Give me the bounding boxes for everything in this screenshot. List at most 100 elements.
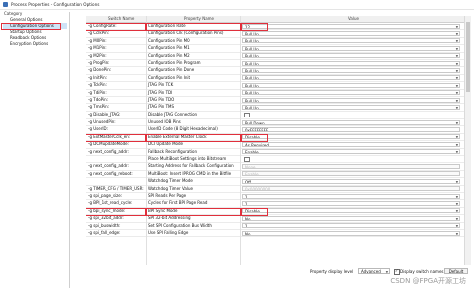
switch-name: -g UserID: (88, 126, 108, 132)
value-select[interactable]: Pull Up ▼ (242, 82, 460, 88)
header-switch-name[interactable]: Switch Name (108, 16, 134, 22)
property-name: Cycles for First BPI Page Read (148, 200, 208, 206)
switch-name: -g ConfigRate: (88, 23, 117, 28)
value-select[interactable]: Disable ▼ (242, 208, 460, 214)
property-row: -g next_config_reboot: MultiBoot: Insert … (86, 171, 464, 179)
chevron-down-icon: ▼ (455, 135, 458, 140)
property-name: Configuration Pin M1 (148, 45, 190, 51)
value-select[interactable]: Pull Up ▼ (242, 45, 460, 51)
value-select[interactable]: Off ▼ (242, 178, 460, 184)
value-field[interactable]: 0xFFFFFFFF (242, 127, 460, 133)
value-select[interactable]: No ▼ (242, 230, 460, 236)
chevron-down-icon: ▼ (385, 270, 388, 274)
property-name: JTAG Pin TMS (148, 104, 175, 110)
pane-divider[interactable] (69, 12, 70, 288)
window-titlebar: Process Properties - Configuration Optio… (0, 0, 474, 10)
header-value[interactable]: Value (348, 16, 359, 22)
value-select[interactable]: Pull Up ▼ (242, 97, 460, 103)
property-name: Disable JTAG Connection (148, 111, 198, 117)
property-name: Configuration Pin Program (148, 59, 201, 65)
checkbox-box[interactable] (244, 112, 250, 118)
switch-name: -g M1Pin: (88, 45, 107, 51)
property-name: Unused IOB Pins (148, 119, 181, 125)
value-select[interactable]: Pull Up ▼ (242, 90, 460, 96)
property-row: -g TckPin: JTAG Pin TCK Pull Up ▼ (86, 82, 464, 90)
value-select[interactable]: Pull Up ▼ (242, 75, 460, 81)
chevron-down-icon: ▼ (455, 179, 458, 184)
value-text: 0x00000000 (245, 187, 271, 192)
scrollbar-thumb[interactable] (466, 22, 470, 92)
display-level-select[interactable]: Advanced ▼ (358, 268, 390, 274)
value-select[interactable]: Enable ▼ (242, 149, 460, 155)
chevron-down-icon: ▼ (455, 54, 458, 59)
property-grid: Switch Name Property Name Value -g Confi… (86, 16, 464, 265)
property-row: -g next_config_addr: Starting Address for… (86, 163, 464, 171)
value-select[interactable]: As Required ▼ (242, 141, 460, 147)
property-row: -g next_config_addr: Fallback Reconfigura… (86, 149, 464, 157)
property-name: Configuration Pin M0 (148, 37, 190, 43)
chevron-down-icon: ▼ (455, 150, 458, 155)
value-select[interactable]: 1 ▼ (242, 223, 460, 229)
display-level-label: Property display level (310, 269, 354, 274)
value-select[interactable]: Pull Up ▼ (242, 60, 460, 66)
value-select[interactable]: Pull Down ▼ (242, 119, 460, 125)
tree-item[interactable]: Encryption Options (3, 41, 67, 47)
value-text: None (245, 165, 256, 170)
switch-name: -g TmsPin: (88, 104, 109, 110)
property-row: -g TmsPin: JTAG Pin TMS Pull Up ▼ (86, 104, 464, 112)
value-select[interactable]: Pull Up ▼ (242, 67, 460, 73)
chevron-down-icon: ▼ (455, 39, 458, 44)
value-select[interactable]: 1 ▼ (242, 200, 460, 206)
value-text: Pull Up (245, 46, 259, 51)
value-select[interactable]: Pull Up ▼ (242, 38, 460, 44)
grid-header: Switch Name Property Name Value (86, 16, 464, 23)
property-row: -g ExtMasterCclk_en: Enable External Mast… (86, 134, 464, 142)
value-checkbox[interactable] (242, 112, 460, 118)
checkbox-box[interactable] (244, 156, 250, 162)
value-select[interactable]: Pull Up ▼ (242, 53, 460, 59)
window-title: Process Properties - Configuration Optio… (11, 2, 100, 7)
display-switch-names-label: Display switch names (400, 269, 444, 274)
property-row: -g spi_page_size: SPI Reads Per Page 1 ▼ (86, 192, 464, 201)
value-text: Enable (245, 172, 259, 177)
chevron-down-icon: ▼ (455, 105, 458, 110)
switch-name: -g DCMupdateMode: (88, 141, 129, 147)
chevron-down-icon: ▼ (455, 216, 458, 221)
value-select[interactable]: No ▼ (242, 215, 460, 221)
switch-name: -g spi_page_size: (88, 192, 123, 198)
chevron-down-icon: ▼ (455, 98, 458, 103)
value-select[interactable]: Pull Up ▼ (242, 104, 460, 110)
column-divider[interactable] (240, 16, 241, 265)
value-select[interactable]: Disable ▼ (242, 134, 460, 140)
chevron-down-icon: ▼ (455, 231, 458, 236)
value-text: Pull Up (245, 54, 259, 59)
property-row: -g UnusedPin: Unused IOB Pins Pull Down ▼ (86, 119, 464, 127)
property-name: Use SPI Falling Edge (148, 229, 189, 235)
value-select[interactable]: 1 ▼ (242, 193, 460, 199)
property-name: BPI Sync Mode (148, 207, 178, 213)
value-text: Pull Down (245, 120, 265, 125)
value-select[interactable]: Pull Up ▼ (242, 30, 460, 36)
property-row: -g TdoPin: JTAG Pin TDO Pull Up ▼ (86, 96, 464, 105)
value-checkbox[interactable] (242, 156, 460, 162)
value-field: Enable (242, 171, 460, 177)
default-button[interactable]: Default (444, 268, 468, 274)
switch-name: -g spi_buswidth: (88, 222, 121, 228)
property-name: JTAG Pin TCK (148, 82, 174, 88)
value-field: None (242, 164, 460, 170)
switch-name: -g TdoPin: (88, 96, 109, 102)
property-row: Watchdog Timer Mode Off ▼ (86, 178, 464, 186)
column-divider[interactable] (146, 16, 147, 265)
value-text: Pull Up (245, 39, 259, 44)
property-name: Configuration Rate (148, 23, 186, 28)
property-name: DCI Update Mode (148, 141, 183, 147)
property-name: JTAG Pin TDI (148, 89, 173, 95)
value-select[interactable]: 12 ▼ (242, 23, 460, 29)
switch-name: -g CclkPin: (88, 30, 109, 36)
property-name: Configuration Clk (Configuration Pins) (148, 30, 224, 36)
value-text: Disable (245, 209, 260, 214)
header-property-name[interactable]: Property Name (184, 16, 214, 22)
value-text: Enable (245, 150, 259, 155)
value-text: Disable (245, 135, 260, 140)
grid-scrollbar[interactable] (464, 16, 471, 265)
